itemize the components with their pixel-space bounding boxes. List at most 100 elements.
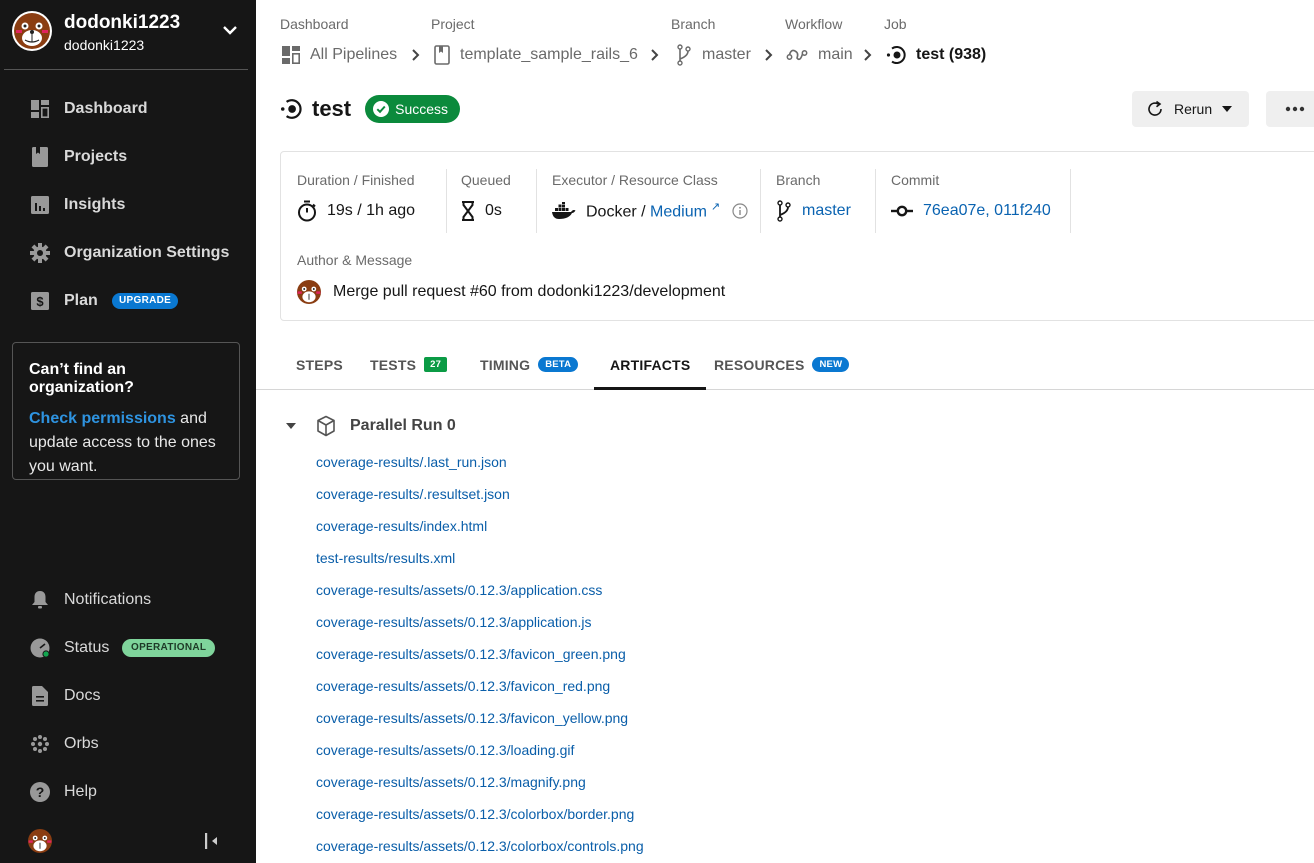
breadcrumb-label-dashboard: Dashboard (280, 16, 349, 32)
bell-icon (30, 590, 50, 610)
artifact-link[interactable]: coverage-results/assets/0.12.3/favicon_g… (316, 646, 626, 662)
artifact-link[interactable]: coverage-results/.last_run.json (316, 454, 507, 470)
orbs-icon (30, 734, 50, 754)
external-link-icon: ↗ (710, 201, 721, 214)
sidebar-item-help[interactable]: ? Help (0, 772, 256, 812)
author-avatar (297, 280, 321, 304)
document-icon (30, 686, 50, 706)
stopwatch-icon (298, 200, 316, 222)
commit-message: Merge pull request #60 from dodonki1223/… (333, 283, 726, 300)
tab-steps[interactable]: STEPS (296, 340, 343, 389)
caret-down-icon (1222, 106, 1233, 112)
divider (1070, 169, 1071, 233)
tab-artifacts[interactable]: ARTIFACTS (594, 340, 707, 390)
org-name: dodonki1223 (64, 37, 145, 53)
artifact-link[interactable]: coverage-results/.resultset.json (316, 486, 510, 502)
sidebar-item-label: Insights (64, 196, 126, 213)
author-label: Author & Message (297, 252, 413, 268)
artifact-link[interactable]: coverage-results/assets/0.12.3/magnify.p… (316, 774, 586, 790)
sidebar-divider (4, 69, 248, 70)
breadcrumb-label-job: Job (884, 16, 907, 32)
artifact-link[interactable]: coverage-results/assets/0.12.3/loading.g… (316, 742, 574, 758)
info-icon[interactable] (732, 203, 748, 219)
artifact-link[interactable]: coverage-results/assets/0.12.3/colorbox/… (316, 838, 644, 854)
sidebar: dodonki1223 dodonki1223 Dashboard Projec… (0, 0, 256, 863)
rerun-button[interactable]: Rerun (1132, 91, 1249, 127)
branch-link[interactable]: master (802, 202, 851, 220)
breadcrumb-all-pipelines[interactable]: All Pipelines (282, 44, 397, 66)
breadcrumb-workflow[interactable]: main (786, 44, 853, 66)
artifact-link[interactable]: coverage-results/index.html (316, 518, 487, 534)
sidebar-item-plan[interactable]: $ Plan UPGRADE (0, 281, 256, 321)
check-circle-icon (373, 101, 390, 117)
job-icon (886, 46, 906, 64)
sidebar-item-organization-settings[interactable]: Organization Settings (0, 233, 256, 273)
branch-icon (777, 200, 791, 222)
sidebar-item-label: Projects (64, 148, 128, 165)
sidebar-item-label: Organization Settings (64, 244, 230, 261)
job-header: test Success (280, 95, 461, 123)
insights-icon (30, 195, 50, 215)
sidebar-item-insights[interactable]: Insights (0, 185, 256, 225)
collapse-sidebar-icon[interactable] (203, 832, 221, 850)
commit-field: Commit 76ea07e, 011f240 (891, 172, 1051, 220)
artifact-link[interactable]: coverage-results/assets/0.12.3/colorbox/… (316, 806, 634, 822)
user-avatar-small[interactable] (28, 829, 52, 853)
queued-field: Queued 0s (461, 172, 511, 221)
resource-class-link[interactable]: Medium (650, 204, 707, 221)
new-badge: NEW (812, 357, 850, 372)
divider (536, 169, 537, 233)
executor-field: Executor / Resource Class Docker / Mediu… (552, 172, 748, 223)
org-switcher[interactable]: dodonki1223 dodonki1223 (0, 0, 256, 70)
tab-timing[interactable]: TIMING BETA (480, 340, 579, 389)
artifact-link[interactable]: test-results/results.xml (316, 550, 455, 566)
org-help-title: Can’t find an organization? (29, 361, 134, 396)
sidebar-item-projects[interactable]: Projects (0, 137, 256, 177)
more-options-button[interactable] (1266, 91, 1314, 127)
commit-link[interactable]: 76ea07e, 011f240 (923, 202, 1051, 220)
sidebar-item-orbs[interactable]: Orbs (0, 724, 256, 764)
sidebar-item-label: Dashboard (64, 100, 148, 117)
sidebar-item-status[interactable]: Status OPERATIONAL (0, 628, 256, 668)
chevron-right-icon (765, 49, 773, 61)
hourglass-icon (462, 201, 474, 221)
workflow-icon (786, 49, 808, 61)
chevron-down-icon[interactable] (220, 22, 240, 38)
projects-icon (30, 147, 50, 167)
sidebar-item-label: Notifications (64, 591, 152, 608)
operational-badge: OPERATIONAL (122, 639, 216, 657)
tests-count-badge: 27 (424, 357, 448, 372)
commit-message-row: Merge pull request #60 from dodonki1223/… (297, 280, 725, 304)
breadcrumb-label-branch: Branch (671, 16, 716, 32)
artifact-link[interactable]: coverage-results/assets/0.12.3/applicati… (316, 582, 602, 598)
main-content: Dashboard Project Branch Workflow Job Al… (256, 0, 1314, 863)
refresh-icon (1148, 100, 1162, 116)
branch-icon (677, 44, 691, 66)
artifact-link[interactable]: coverage-results/assets/0.12.3/favicon_r… (316, 678, 610, 694)
tab-resources[interactable]: RESOURCES NEW (714, 340, 850, 389)
sidebar-item-label: Plan (64, 292, 98, 309)
sidebar-item-label: Help (64, 783, 97, 800)
tab-tests[interactable]: TESTS 27 (370, 340, 448, 389)
breadcrumb-label-project: Project (431, 16, 475, 32)
dollar-icon: $ (30, 291, 50, 311)
check-permissions-link[interactable]: Check permissions (29, 410, 176, 427)
sidebar-item-notifications[interactable]: Notifications (0, 580, 256, 620)
artifact-link[interactable]: coverage-results/assets/0.12.3/applicati… (316, 614, 591, 630)
dashboard-icon (282, 46, 300, 64)
gear-icon (30, 243, 50, 263)
duration-field: Duration / Finished 19s / 1h ago (297, 172, 415, 223)
status-badge: Success (365, 95, 461, 123)
job-summary-card: Duration / Finished 19s / 1h ago Queued … (280, 151, 1314, 321)
artifact-link[interactable]: coverage-results/assets/0.12.3/favicon_y… (316, 710, 628, 726)
branch-field: Branch master (776, 172, 851, 223)
sidebar-item-label: Docs (64, 687, 101, 704)
sidebar-item-docs[interactable]: Docs (0, 676, 256, 716)
parallel-run-toggle[interactable]: Parallel Run 0 (286, 414, 456, 438)
sidebar-item-dashboard[interactable]: Dashboard (0, 89, 256, 129)
help-icon: ? (30, 782, 50, 802)
breadcrumb-branch[interactable]: master (676, 44, 751, 66)
chevron-right-icon (412, 49, 420, 61)
breadcrumb-project[interactable]: template_sample_rails_6 (434, 44, 638, 66)
upgrade-badge[interactable]: UPGRADE (112, 293, 179, 309)
